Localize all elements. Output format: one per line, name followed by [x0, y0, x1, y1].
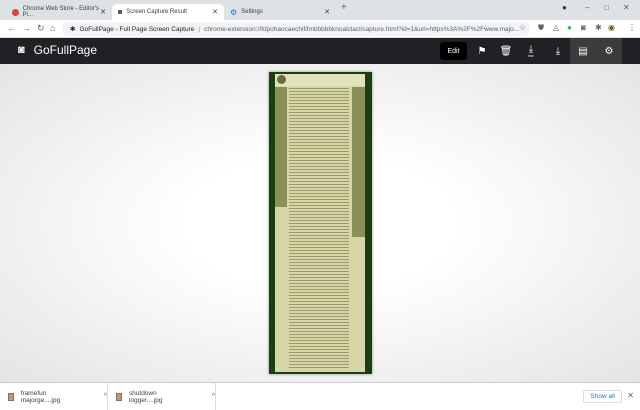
chevron-up-icon[interactable]: ^: [104, 393, 107, 400]
profile-menu-icon[interactable]: ●: [562, 3, 567, 12]
tab-strip: Chrome Web Store - Editor's Pi... ✕ ◙ Sc…: [0, 0, 640, 20]
close-window-button[interactable]: ✕: [623, 3, 630, 12]
url-path: chrome-extension://fdpohaocaechififmbbbb…: [204, 25, 520, 33]
show-all-button[interactable]: Show all: [583, 390, 622, 403]
extensions-puzzle-icon[interactable]: ✱: [595, 23, 602, 32]
tab-title: Chrome Web Store - Editor's Pi...: [22, 6, 100, 18]
address-bar-row: ← → ↻ ⌂ ✱ GoFullPage - Full Page Screen …: [0, 20, 640, 38]
avatar[interactable]: ◉: [608, 23, 615, 32]
maximize-button[interactable]: □: [604, 3, 609, 12]
gear-icon: ⚙: [230, 7, 238, 17]
captured-left-column: [275, 87, 287, 207]
captured-header: [275, 74, 365, 86]
trash-icon[interactable]: 🗑: [493, 38, 519, 64]
download-pdf-icon: ⤓: [528, 43, 534, 55]
menu-dots-icon[interactable]: ⋮: [628, 23, 636, 32]
forward-icon[interactable]: →: [22, 23, 31, 33]
chrome-web-store-icon: [12, 8, 19, 16]
bookmark-star-icon[interactable]: ☆: [519, 23, 526, 32]
tab-settings[interactable]: ⚙ Settings ✕: [224, 4, 336, 20]
camera-icon: ◙: [18, 44, 25, 56]
shield-extension-icon[interactable]: ⛊: [538, 23, 544, 33]
file-list-icon[interactable]: ▤: [570, 38, 596, 64]
url-site: GoFullPage - Full Page Screen Capture: [79, 25, 195, 33]
app-toolbar: ◙ GoFullPage Edit ⚑ 🗑 ⤓ PDF ⤓ ▤ ⚙: [0, 38, 640, 64]
download-name: shutdown logger....jpg: [128, 389, 163, 404]
pdf-label: PDF: [528, 53, 534, 58]
captured-logo: [277, 75, 286, 84]
captured-right-column: [352, 87, 365, 237]
download-item[interactable]: shutdown logger....jpg ^: [108, 383, 216, 410]
extension-puzzle-icon: ✱: [70, 26, 76, 33]
tab-title: Screen Capture Result: [126, 9, 187, 15]
flag-icon[interactable]: ⚑: [469, 38, 495, 64]
close-tab-icon[interactable]: ✕: [100, 8, 106, 16]
tab-title: Settings: [241, 9, 263, 15]
close-downloads-icon[interactable]: ✕: [627, 391, 634, 400]
image-file-icon: [8, 392, 14, 401]
edit-button[interactable]: Edit: [440, 42, 467, 60]
app-title: GoFullPage: [33, 43, 98, 57]
captured-screenshot[interactable]: [269, 72, 372, 374]
gear-icon[interactable]: ⚙: [596, 38, 622, 64]
camera-icon: ◙: [118, 8, 123, 16]
close-tab-icon[interactable]: ✕: [212, 8, 218, 16]
captured-page: [275, 74, 365, 372]
image-file-icon: [116, 392, 122, 401]
download-icon[interactable]: ⤓: [545, 38, 571, 64]
app-brand: ◙ GoFullPage: [18, 43, 97, 57]
capture-preview-area: [0, 64, 640, 382]
new-tab-button[interactable]: +: [341, 2, 347, 13]
tab-screen-capture-result[interactable]: ◙ Screen Capture Result ✕: [112, 4, 224, 20]
close-tab-icon[interactable]: ✕: [324, 8, 330, 16]
url-field[interactable]: ✱ GoFullPage - Full Page Screen Capture …: [62, 22, 530, 36]
back-icon[interactable]: ←: [7, 23, 16, 33]
chevron-up-icon[interactable]: ^: [212, 393, 215, 400]
minimize-button[interactable]: –: [585, 3, 589, 12]
download-item[interactable]: framefun majorge....jpg ^: [0, 383, 108, 410]
captured-content: [289, 87, 349, 369]
camera-extension-icon[interactable]: ◙: [581, 23, 586, 32]
home-icon[interactable]: ⌂: [50, 23, 55, 33]
download-pdf-button[interactable]: ⤓ PDF: [518, 38, 544, 64]
extension-icon[interactable]: ◬: [553, 23, 559, 32]
download-name: framefun majorge....jpg: [20, 389, 61, 404]
downloads-bar: framefun majorge....jpg ^ shutdown logge…: [0, 382, 640, 410]
reload-icon[interactable]: ↻: [37, 23, 45, 34]
tab-chrome-web-store[interactable]: Chrome Web Store - Editor's Pi... ✕: [6, 4, 112, 20]
grammarly-extension-icon[interactable]: ●: [567, 23, 572, 32]
